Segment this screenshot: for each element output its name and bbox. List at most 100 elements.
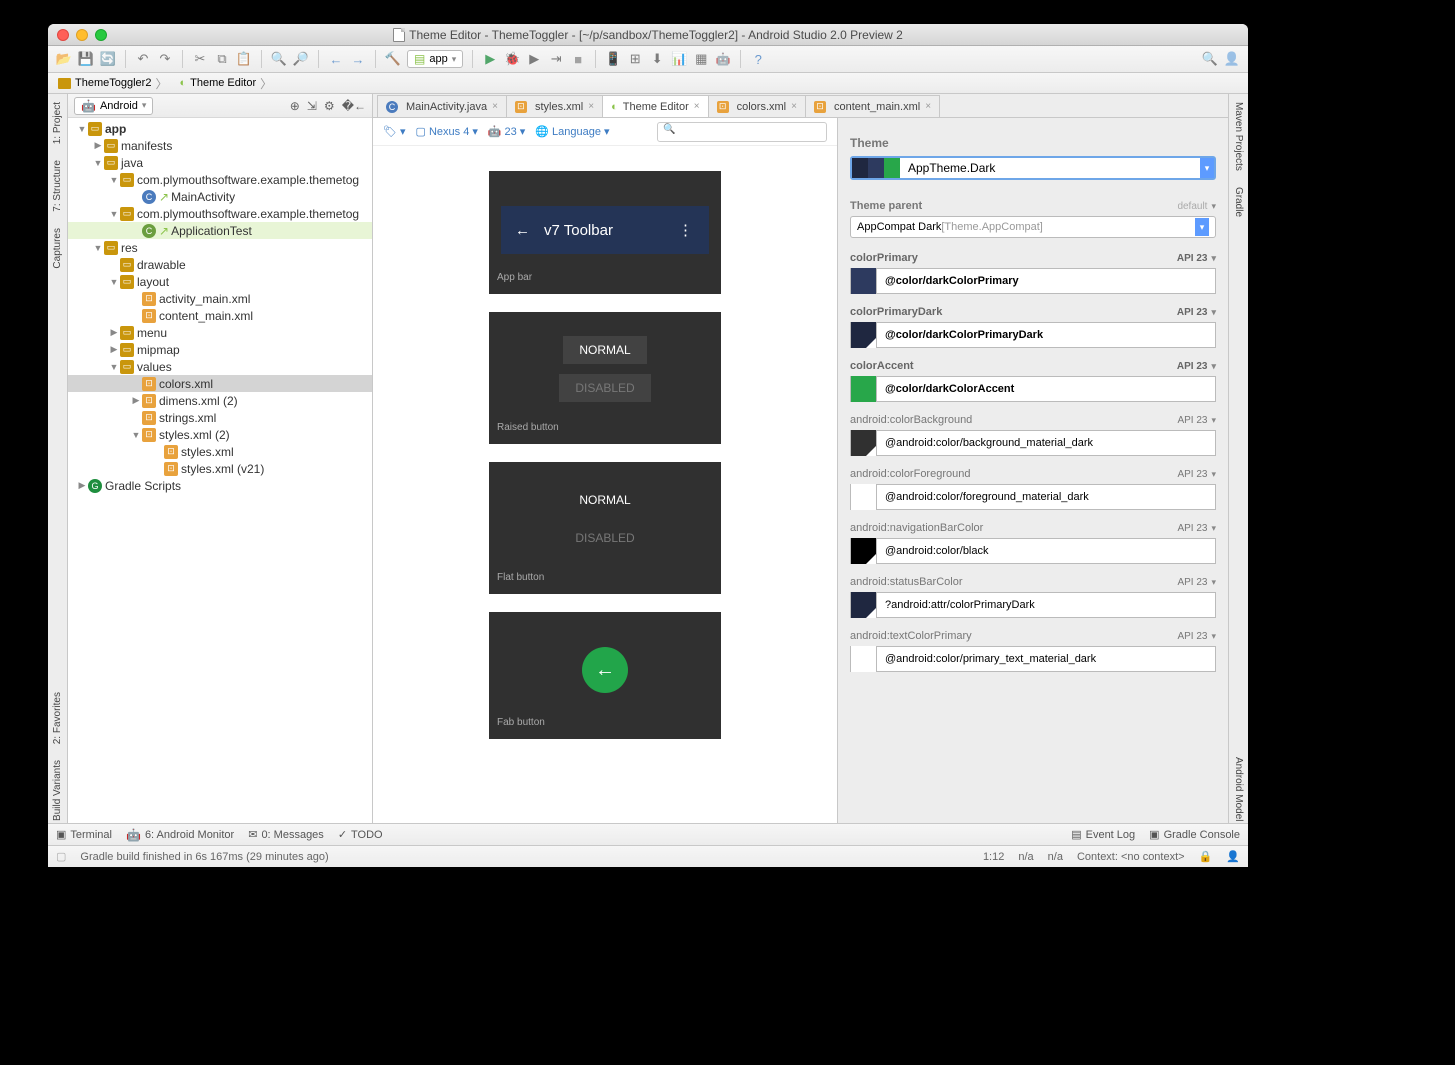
- sync-icon[interactable]: 🔄: [100, 51, 116, 67]
- tab-android-model[interactable]: Android Model: [1231, 755, 1246, 823]
- language-selector[interactable]: 🌐 Language ▾: [535, 125, 609, 138]
- chevron-down-icon[interactable]: ▾: [1211, 415, 1216, 426]
- color-swatch[interactable]: [851, 646, 877, 672]
- device-selector[interactable]: ▢ Nexus 4 ▾: [416, 125, 478, 138]
- search-input[interactable]: [657, 122, 827, 142]
- chevron-down-icon[interactable]: ▾: [1195, 218, 1209, 236]
- chevron-down-icon[interactable]: ▾: [1200, 158, 1214, 178]
- find-icon[interactable]: 🔍: [271, 51, 287, 67]
- run-icon[interactable]: ▶: [482, 51, 498, 67]
- run2-icon[interactable]: ▶: [526, 51, 542, 67]
- tab-content-main[interactable]: ⊡content_main.xml×: [805, 95, 940, 117]
- theme-selector[interactable]: AppTheme.Dark ▾: [850, 156, 1216, 180]
- chevron-down-icon[interactable]: ▾: [1211, 253, 1216, 264]
- replace-icon[interactable]: 🔎: [293, 51, 309, 67]
- chevron-down-icon[interactable]: ▾: [1211, 307, 1216, 318]
- theme-parent-selector[interactable]: AppCompat Dark [Theme.AppCompat] ▾: [850, 216, 1216, 238]
- collapse-icon[interactable]: ⇲: [307, 99, 317, 113]
- monitor-icon[interactable]: 📊: [671, 51, 687, 67]
- forward-icon[interactable]: →: [350, 51, 366, 67]
- tab-colors[interactable]: ⊡colors.xml×: [708, 95, 806, 117]
- undo-icon[interactable]: ↶: [135, 51, 151, 67]
- lock-icon[interactable]: 🔒: [1199, 850, 1213, 863]
- chevron-down-icon[interactable]: ▾: [1211, 201, 1216, 212]
- layout-icon[interactable]: ▦: [693, 51, 709, 67]
- tab-messages[interactable]: ✉ 0: Messages: [248, 828, 324, 841]
- chevron-down-icon[interactable]: ▾: [1211, 361, 1216, 372]
- tab-captures[interactable]: Captures: [50, 226, 65, 271]
- tab-styles[interactable]: ⊡styles.xml×: [506, 95, 603, 117]
- make-icon[interactable]: 🔨: [385, 51, 401, 67]
- stop-icon[interactable]: ■: [570, 51, 586, 67]
- copy-icon[interactable]: ⧉: [214, 51, 230, 67]
- project-tree[interactable]: ▼▭app ▶▭manifests ▼▭java ▼▭com.plymouths…: [68, 118, 372, 823]
- attr-row: android:statusBarColorAPI 23▾?android:at…: [850, 576, 1216, 618]
- tab-favorites[interactable]: 2: Favorites: [50, 690, 65, 746]
- chevron-down-icon[interactable]: ▾: [1211, 577, 1216, 588]
- chevron-down-icon[interactable]: ▾: [1211, 523, 1216, 534]
- tab-structure[interactable]: 7: Structure: [50, 158, 65, 214]
- tab-gradle[interactable]: Gradle: [1231, 185, 1246, 219]
- chevron-down-icon[interactable]: ▾: [1211, 631, 1216, 642]
- tag-icon[interactable]: 🏷 ▾: [383, 125, 406, 138]
- tab-android-monitor[interactable]: 🤖 6: Android Monitor: [126, 828, 234, 842]
- paste-icon[interactable]: 📋: [236, 51, 252, 67]
- attr-value-input[interactable]: @android:color/background_material_dark: [850, 430, 1216, 456]
- attr-value-input[interactable]: @color/darkColorPrimary: [850, 268, 1216, 294]
- debug-icon[interactable]: 🐞: [504, 51, 520, 67]
- redo-icon[interactable]: ↷: [157, 51, 173, 67]
- breadcrumb-project[interactable]: ThemeToggler2〉: [54, 75, 171, 92]
- api-selector[interactable]: 🤖 23 ▾: [488, 125, 525, 138]
- avd-icon[interactable]: 📱: [605, 51, 621, 67]
- color-swatch[interactable]: [851, 322, 877, 348]
- attr-value-input[interactable]: @color/darkColorAccent: [850, 376, 1216, 402]
- color-swatch[interactable]: [851, 430, 877, 456]
- android-icon[interactable]: 🤖: [715, 51, 731, 67]
- tab-maven[interactable]: Maven Projects: [1231, 100, 1246, 173]
- ddms-icon[interactable]: ⬇: [649, 51, 665, 67]
- close-icon[interactable]: ×: [492, 101, 498, 112]
- color-swatch[interactable]: [851, 538, 877, 564]
- project-view-selector[interactable]: 🤖 Android ▾: [74, 97, 153, 115]
- sdk-icon[interactable]: ⊞: [627, 51, 643, 67]
- color-swatch[interactable]: [851, 376, 877, 402]
- close-icon[interactable]: ×: [694, 101, 700, 112]
- preview-search[interactable]: [657, 122, 827, 142]
- attr-value-input[interactable]: @android:color/primary_text_material_dar…: [850, 646, 1216, 672]
- tab-project[interactable]: 1: Project: [50, 100, 65, 146]
- chevron-down-icon[interactable]: ▾: [1211, 469, 1216, 480]
- attr-value-input[interactable]: ?android:attr/colorPrimaryDark: [850, 592, 1216, 618]
- color-swatch[interactable]: [851, 268, 877, 294]
- tab-gradle-console[interactable]: ▣ Gradle Console: [1149, 828, 1240, 841]
- cut-icon[interactable]: ✂: [192, 51, 208, 67]
- tab-todo[interactable]: ✓ TODO: [338, 828, 383, 841]
- color-swatch[interactable]: [851, 484, 877, 510]
- color-swatch[interactable]: [851, 592, 877, 618]
- save-icon[interactable]: 💾: [78, 51, 94, 67]
- search-everywhere-icon[interactable]: 🔍: [1202, 51, 1218, 67]
- attr-value-input[interactable]: @android:color/foreground_material_dark: [850, 484, 1216, 510]
- fab-icon: ←: [582, 647, 628, 693]
- tab-terminal[interactable]: ▣ Terminal: [56, 828, 112, 841]
- tab-theme-editor[interactable]: ◐Theme Editor×: [602, 95, 709, 117]
- settings-icon[interactable]: ⚙: [324, 99, 335, 113]
- open-icon[interactable]: 📂: [56, 51, 72, 67]
- hide-icon[interactable]: �←: [342, 99, 366, 113]
- back-icon[interactable]: ←: [328, 51, 344, 67]
- attr-value-input[interactable]: @android:color/black: [850, 538, 1216, 564]
- breadcrumb-editor[interactable]: ◐ Theme Editor〉: [175, 75, 276, 92]
- attr-value-input[interactable]: @color/darkColorPrimaryDark: [850, 322, 1216, 348]
- help-icon[interactable]: ?: [750, 51, 766, 67]
- attach-icon[interactable]: ⇥: [548, 51, 564, 67]
- tab-event-log[interactable]: ▤ Event Log: [1071, 828, 1135, 841]
- close-icon[interactable]: ×: [791, 101, 797, 112]
- close-icon[interactable]: ×: [588, 101, 594, 112]
- module-selector[interactable]: ▤ app ▾: [407, 50, 463, 68]
- tab-build-variants[interactable]: Build Variants: [50, 758, 65, 823]
- close-icon[interactable]: ×: [925, 101, 931, 112]
- hector-icon[interactable]: 👤: [1226, 850, 1240, 863]
- target-icon[interactable]: ⊕: [290, 99, 300, 113]
- user-icon[interactable]: 👤: [1224, 51, 1240, 67]
- tab-mainactivity[interactable]: CMainActivity.java×: [377, 95, 507, 117]
- preview-raised-card: NORMAL DISABLED Raised button: [489, 312, 721, 444]
